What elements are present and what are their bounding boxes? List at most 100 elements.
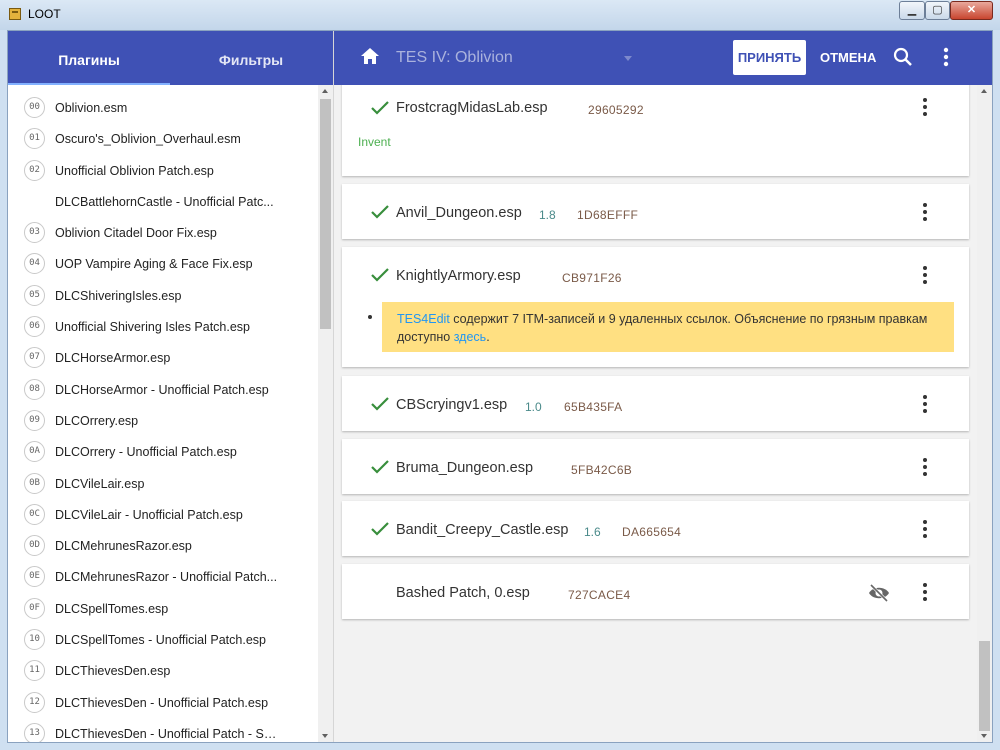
app-window: Плагины Фильтры TES IV: Oblivion ПРИНЯТЬ…	[7, 30, 993, 743]
list-item[interactable]: 11 DLCThievesDen.esp	[8, 656, 318, 687]
list-item-label: DLCSpellTomes - Unofficial Patch.esp	[55, 633, 266, 648]
tab-plugins[interactable]: Плагины	[8, 31, 170, 85]
plugin-card[interactable]: CBScryingv1.esp 1.0 65B435FA	[342, 376, 969, 431]
plugin-crc: CB971F26	[562, 271, 622, 285]
minimize-button[interactable]: ▁	[899, 1, 925, 20]
list-item[interactable]: 06 Unofficial Shivering Isles Patch.esp	[8, 312, 318, 343]
list-item[interactable]: 0C DLCVileLair - Unofficial Patch.esp	[8, 500, 318, 531]
list-item-label: Unofficial Shivering Isles Patch.esp	[55, 320, 251, 335]
check-icon	[371, 101, 389, 115]
list-item[interactable]: DLCBattlehornCastle - Unofficial Patc...	[8, 187, 318, 218]
cards-scrollbar[interactable]	[977, 85, 992, 742]
list-item[interactable]: 12 DLCThievesDen - Unofficial Patch.esp	[8, 688, 318, 719]
list-item[interactable]: 07 DLCHorseArmor.esp	[8, 343, 318, 374]
load-order-index: 0F	[24, 597, 45, 619]
plugin-card[interactable]: Anvil_Dungeon.esp 1.8 1D68EFFF	[342, 184, 969, 239]
plugin-list: 00 Oblivion.esm 01 Oscuro's_Oblivion_Overha…	[8, 85, 318, 742]
load-order-index: 0E	[24, 566, 45, 588]
cancel-button[interactable]: ОТМЕНА	[820, 40, 876, 75]
list-item[interactable]: 02 Unofficial Oblivion Patch.esp	[8, 156, 318, 187]
search-icon[interactable]	[893, 47, 913, 72]
list-item[interactable]: 0E DLCMehrunesRazor - Unofficial Patch...	[8, 562, 318, 593]
list-item[interactable]: 08 DLCHorseArmor - Unofficial Patch.esp	[8, 375, 318, 406]
load-order-index: 02	[24, 159, 45, 181]
list-item-label: DLCThievesDen.esp	[55, 664, 171, 679]
plugin-crc: 1D68EFFF	[577, 208, 639, 222]
list-item[interactable]: 13 DLCThievesDen - Unofficial Patch - SS.…	[8, 719, 318, 742]
check-icon	[371, 397, 389, 411]
list-item-label: DLCHorseArmor.esp	[55, 351, 171, 366]
load-order-index: 06	[24, 316, 45, 338]
scroll-up-icon[interactable]	[981, 89, 987, 93]
window-titlebar: LOOT ▁ ▢ ✕	[0, 0, 1000, 30]
plugin-crc: 29605292	[588, 103, 644, 117]
more-vert-icon[interactable]	[922, 266, 928, 287]
list-item[interactable]: 04 UOP Vampire Aging & Face Fix.esp	[8, 249, 318, 280]
more-vert-icon[interactable]	[922, 458, 928, 479]
list-item-label: DLCThievesDen - Unofficial Patch.esp	[55, 695, 269, 710]
close-button[interactable]: ✕	[950, 1, 993, 20]
load-order-index: 0A	[24, 441, 45, 463]
list-item-label: DLCMehrunesRazor - Unofficial Patch...	[55, 570, 278, 585]
list-item-label: DLCVileLair.esp	[55, 476, 145, 491]
sidebar-scrollbar[interactable]	[318, 85, 333, 742]
list-item[interactable]: 01 Oscuro's_Oblivion_Overhaul.esm	[8, 124, 318, 155]
list-item-label: DLCHorseArmor - Unofficial Patch.esp	[55, 382, 269, 397]
plugin-version: 1.8	[539, 208, 556, 222]
tes4edit-link[interactable]: TES4Edit	[397, 312, 450, 326]
plugin-name: Bashed Patch, 0.esp	[396, 585, 530, 601]
list-item[interactable]: 03 Oblivion Citadel Door Fix.esp	[8, 218, 318, 249]
list-item-label: DLCBattlehornCastle - Unofficial Patc...	[55, 194, 274, 209]
eye-off-icon[interactable]	[868, 584, 890, 602]
list-item[interactable]: 10 DLCSpellTomes - Unofficial Patch.esp	[8, 625, 318, 656]
list-item[interactable]: 05 DLCShiveringIsles.esp	[8, 281, 318, 312]
more-vert-icon[interactable]	[922, 520, 928, 541]
load-order-index: 0D	[24, 535, 45, 557]
list-item[interactable]: 00 Oblivion.esm	[8, 93, 318, 124]
load-order-index: 01	[24, 128, 45, 150]
list-item[interactable]: 09 DLCOrrery.esp	[8, 406, 318, 437]
list-item-label: DLCVileLair - Unofficial Patch.esp	[55, 507, 243, 522]
check-icon	[371, 268, 389, 282]
plugin-card[interactable]: Bandit_Creepy_Castle.esp 1.6 DA665654	[342, 501, 969, 556]
tab-filters[interactable]: Фильтры	[170, 31, 332, 85]
warning-text-end: .	[486, 330, 490, 344]
maximize-button[interactable]: ▢	[925, 1, 950, 20]
more-vert-icon[interactable]	[922, 395, 928, 416]
scroll-down-icon[interactable]	[981, 734, 987, 738]
list-item[interactable]: 0B DLCVileLair.esp	[8, 469, 318, 500]
more-vert-icon[interactable]	[922, 98, 928, 119]
plugin-name: KnightlyArmory.esp	[396, 268, 521, 284]
more-vert-icon[interactable]	[922, 583, 928, 604]
chevron-down-icon[interactable]	[624, 56, 632, 61]
load-order-index: 09	[24, 409, 45, 431]
plugin-crc: 5FB42C6B	[571, 463, 633, 477]
more-vert-icon[interactable]	[943, 47, 949, 72]
scroll-down-icon[interactable]	[322, 734, 328, 738]
list-item-label: Unofficial Oblivion Patch.esp	[55, 163, 214, 178]
sidebar-scrollbar-thumb[interactable]	[320, 99, 331, 329]
list-item[interactable]: 0D DLCMehrunesRazor.esp	[8, 531, 318, 562]
scroll-up-icon[interactable]	[322, 89, 328, 93]
check-icon	[371, 205, 389, 219]
plugin-name: Bandit_Creepy_Castle.esp	[396, 522, 569, 538]
list-item-label: DLCThievesDen - Unofficial Patch - SS...	[55, 726, 280, 741]
plugin-card[interactable]: Bruma_Dungeon.esp 5FB42C6B	[342, 439, 969, 494]
cards-scrollbar-thumb[interactable]	[979, 641, 990, 731]
list-item[interactable]: 0A DLCOrrery - Unofficial Patch.esp	[8, 437, 318, 468]
plugin-card[interactable]: KnightlyArmory.esp CB971F26 TES4Edit сод…	[342, 247, 969, 367]
plugin-name: Bruma_Dungeon.esp	[396, 460, 534, 476]
load-order-index: 11	[24, 660, 45, 682]
accept-button[interactable]: ПРИНЯТЬ	[733, 40, 806, 75]
plugin-crc: 727CACE4	[568, 588, 631, 602]
home-icon[interactable]	[360, 47, 380, 70]
more-vert-icon[interactable]	[922, 203, 928, 224]
game-select[interactable]: TES IV: Oblivion	[396, 49, 513, 67]
plugin-card[interactable]: Bashed Patch, 0.esp 727CACE4	[342, 564, 969, 619]
here-link[interactable]: здесь	[454, 330, 486, 344]
plugin-card[interactable]: FrostcragMidasLab.esp 29605292 Invent	[342, 85, 969, 176]
list-item-label: DLCMehrunesRazor.esp	[55, 539, 192, 554]
plugin-version: 1.0	[525, 400, 542, 414]
list-item[interactable]: 0F DLCSpellTomes.esp	[8, 594, 318, 625]
load-order-index: 00	[24, 97, 45, 118]
